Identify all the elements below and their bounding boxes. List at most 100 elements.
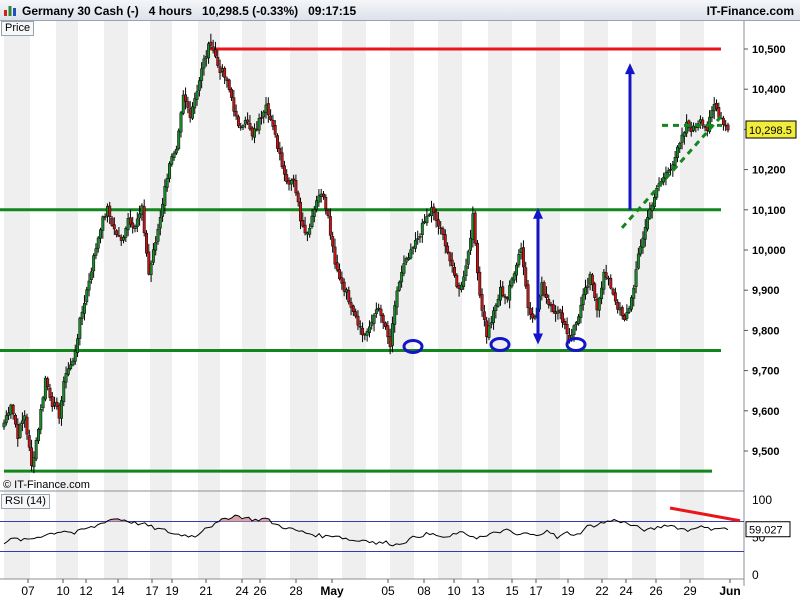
time-tick-label: 17 — [529, 584, 543, 598]
candle-up — [427, 214, 431, 217]
candle-up — [682, 132, 686, 137]
time-tick-label: 13 — [471, 584, 485, 598]
candle-down — [455, 274, 459, 287]
candle-up — [411, 247, 415, 249]
candle-up — [466, 251, 470, 265]
time-tick-label: 07 — [21, 584, 35, 598]
candle-up — [655, 187, 659, 198]
candle-up — [586, 285, 590, 288]
candle-down — [611, 288, 615, 295]
candle-down — [453, 266, 456, 276]
candle-down — [282, 165, 286, 175]
candle-up — [92, 255, 96, 272]
candle-up — [404, 258, 408, 263]
candle-up — [496, 298, 500, 307]
candle-up — [374, 309, 378, 315]
candle-down — [443, 234, 447, 247]
candle-down — [384, 322, 387, 328]
candle-up — [489, 322, 493, 325]
candle-up — [627, 308, 631, 313]
price-tick-label: 10,200 — [752, 165, 786, 177]
candle-down — [485, 320, 489, 338]
candle-up — [37, 428, 40, 442]
candle-up — [317, 195, 321, 203]
last-price-marker: 10,298.5 — [745, 120, 797, 139]
candle-up — [692, 125, 695, 131]
time-tick-label: 17 — [145, 584, 159, 598]
candle-down — [280, 152, 284, 168]
candle-up — [312, 208, 316, 217]
candle-up — [533, 315, 537, 319]
candle-up — [517, 253, 521, 266]
candle-down — [103, 216, 107, 218]
candle-down — [278, 147, 282, 154]
candle-up — [207, 43, 211, 59]
candle-up — [632, 287, 636, 299]
candle-down — [351, 305, 355, 312]
candle-down — [457, 285, 461, 289]
candle-down — [184, 94, 188, 102]
candle-up — [253, 128, 256, 138]
candle-up — [634, 269, 638, 287]
candle-down — [303, 224, 307, 234]
candle-down — [230, 89, 233, 98]
candle-down — [236, 116, 240, 127]
candle-down — [528, 308, 532, 315]
candle-up — [653, 197, 656, 207]
candle-down — [358, 325, 362, 328]
candle-down — [333, 246, 337, 265]
candle-up — [170, 156, 174, 165]
candle-up — [23, 415, 27, 421]
candle-up — [685, 121, 689, 134]
candle-down — [521, 247, 525, 268]
candle-up — [636, 253, 640, 269]
time-tick-label: 10 — [447, 584, 461, 598]
candle-up — [71, 360, 75, 366]
candle-down — [48, 387, 52, 398]
candle-down — [715, 103, 718, 110]
price-tick-label: 9,500 — [752, 446, 780, 458]
candle-up — [7, 412, 11, 416]
candle-up — [151, 249, 155, 263]
candle-down — [119, 236, 123, 241]
candle-down — [273, 125, 277, 135]
candle-down — [328, 216, 332, 236]
time-tick-label: 10 — [56, 584, 70, 598]
candle-down — [436, 219, 440, 227]
day-stripe — [632, 21, 656, 579]
candle-down — [218, 66, 222, 73]
candle-down — [441, 228, 445, 235]
candle-up — [315, 200, 319, 210]
day-stripe — [390, 21, 414, 579]
candle-down — [142, 206, 146, 234]
candle-up — [416, 238, 420, 240]
price-tick-label: 10,500 — [752, 44, 786, 56]
candle-down — [593, 283, 597, 298]
time-tick-label: 24 — [619, 584, 633, 598]
time-tick-label: 21 — [199, 584, 213, 598]
candle-up — [377, 307, 381, 310]
time-tick-label: 28 — [289, 584, 303, 598]
candle-up — [20, 420, 24, 425]
candle-down — [250, 127, 254, 137]
time-tick-label: 24 — [235, 584, 249, 598]
candle-up — [643, 227, 647, 240]
candle-down — [296, 192, 300, 203]
candle-up — [393, 305, 397, 325]
candle-down — [386, 325, 390, 338]
candle-up — [193, 98, 197, 109]
candle-down — [186, 101, 190, 108]
candle-up — [64, 373, 68, 383]
candle-down — [110, 217, 114, 226]
candle-up — [99, 229, 102, 239]
candle-up — [494, 305, 498, 311]
candle-up — [257, 118, 261, 131]
chart-canvas[interactable]: 10,50010,40010,30010,20010,10010,0009,90… — [0, 0, 800, 600]
candle-up — [602, 271, 606, 290]
candle-up — [101, 216, 105, 231]
time-tick-label: May — [320, 584, 344, 598]
candle-down — [14, 415, 17, 425]
candle-up — [515, 264, 518, 276]
candle-up — [105, 206, 109, 217]
candle-up — [680, 134, 684, 143]
